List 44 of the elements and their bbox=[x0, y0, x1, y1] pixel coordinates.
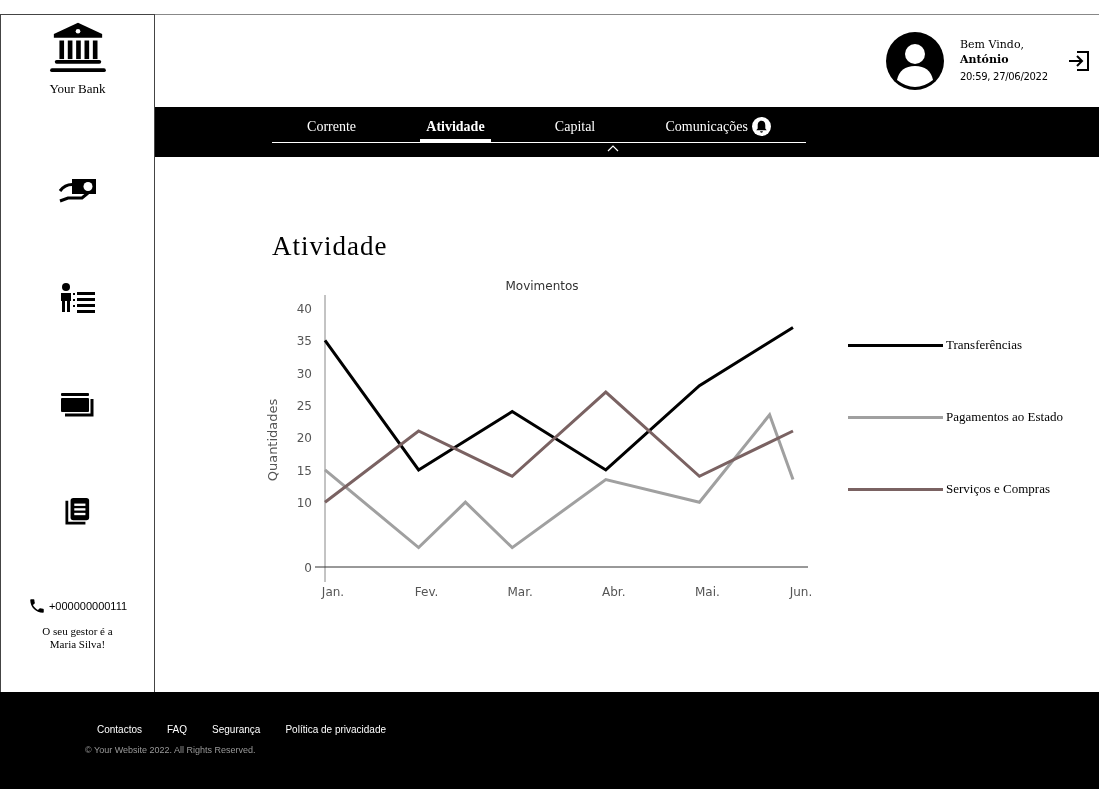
footer-link[interactable]: Contactos bbox=[97, 724, 143, 735]
copyright: © Your Website 2022. All Rights Reserved. bbox=[85, 745, 257, 755]
documents-icon[interactable] bbox=[64, 497, 91, 525]
y-tick-label: 25 bbox=[296, 399, 312, 414]
chart-title: Movimentos bbox=[505, 279, 579, 293]
x-tick-label: Jan. bbox=[321, 585, 345, 599]
datetime: 20:59, 27/06/2022 bbox=[960, 70, 1049, 84]
y-tick-label: 20 bbox=[296, 431, 312, 446]
footer-link[interactable]: Segurança bbox=[212, 724, 261, 735]
footer-link[interactable]: FAQ bbox=[167, 724, 188, 735]
x-tick-label: Mar. bbox=[507, 585, 533, 599]
x-tick-label: Mai. bbox=[694, 585, 720, 599]
phone-icon bbox=[27, 597, 46, 615]
x-tick-label: Jun. bbox=[789, 585, 813, 599]
phone-number: +000000000111 bbox=[48, 600, 128, 612]
person-list-icon[interactable] bbox=[59, 283, 96, 313]
y-tick-label: 40 bbox=[296, 301, 312, 316]
avatar-icon[interactable] bbox=[886, 32, 944, 90]
footer-link[interactable]: Política de privacidade bbox=[285, 724, 387, 735]
tab[interactable]: Corrente bbox=[301, 113, 363, 142]
y-tick-label: 10 bbox=[296, 496, 312, 511]
legend-label: Transferências bbox=[946, 337, 1023, 353]
y-tick-label: 15 bbox=[296, 463, 312, 478]
x-tick-label: Fev. bbox=[414, 585, 439, 599]
y-tick-label: 35 bbox=[296, 334, 312, 349]
greeting: Bem Vindo, bbox=[960, 38, 1026, 54]
manager-note: O seu gestor é a Maria Silva! bbox=[41, 625, 114, 651]
tab[interactable]: Capital bbox=[548, 113, 602, 142]
tab[interactable]: Comunicações bbox=[659, 113, 777, 142]
user-name: António bbox=[960, 53, 1010, 69]
x-tick-label: Abr. bbox=[602, 585, 626, 599]
hand-money-icon[interactable] bbox=[57, 177, 98, 203]
y-tick-label: 30 bbox=[296, 366, 312, 381]
caret-icon[interactable] bbox=[607, 145, 619, 152]
tab[interactable]: Atividade bbox=[420, 113, 491, 142]
y-tick-label: 0 bbox=[304, 561, 312, 575]
bank-name: Your Bank bbox=[49, 81, 106, 97]
bank-icon bbox=[47, 21, 108, 73]
legend-label: Pagamentos ao Estado bbox=[946, 409, 1063, 425]
logout-icon[interactable] bbox=[1068, 50, 1090, 72]
legend-label: Serviços e Compras bbox=[946, 481, 1050, 497]
y-axis-label: Quantidades bbox=[265, 398, 280, 482]
page-title: Atividade bbox=[272, 231, 389, 262]
cards-icon[interactable] bbox=[60, 393, 95, 417]
